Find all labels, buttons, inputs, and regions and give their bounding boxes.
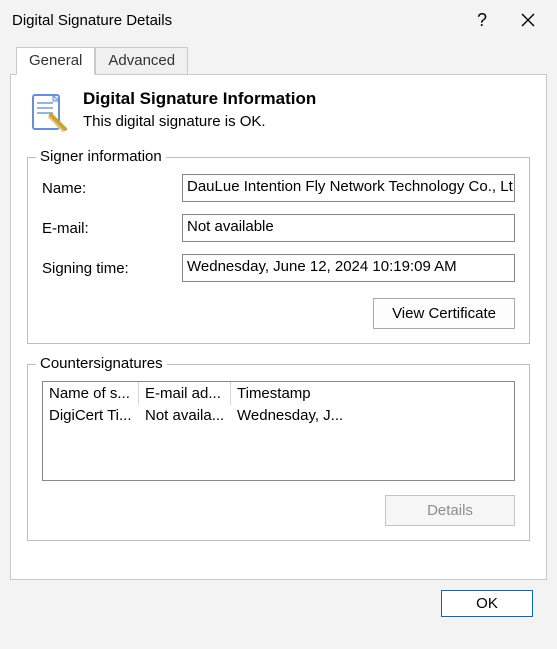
tab-bar: General Advanced bbox=[16, 46, 547, 74]
signing-time-label: Signing time: bbox=[42, 260, 182, 277]
subheading: This digital signature is OK. bbox=[83, 113, 316, 130]
signer-group-legend: Signer information bbox=[36, 148, 166, 165]
col-timestamp[interactable]: Timestamp bbox=[231, 382, 351, 405]
cell-timestamp: Wednesday, J... bbox=[231, 405, 351, 426]
help-button[interactable]: ? bbox=[459, 4, 505, 36]
countersignatures-group: Countersignatures Name of s... E-mail ad… bbox=[27, 364, 530, 541]
name-value[interactable]: DauLue Intention Fly Network Technology … bbox=[182, 174, 515, 202]
window-title: Digital Signature Details bbox=[12, 12, 459, 29]
tab-content: Digital Signature Information This digit… bbox=[10, 74, 547, 580]
details-button: Details bbox=[385, 495, 515, 526]
certificate-document-icon bbox=[27, 91, 69, 133]
list-header-row: Name of s... E-mail ad... Timestamp bbox=[43, 382, 514, 405]
name-label: Name: bbox=[42, 180, 182, 197]
titlebar: Digital Signature Details ? bbox=[0, 0, 557, 40]
tab-advanced[interactable]: Advanced bbox=[95, 47, 188, 75]
countersignatures-list[interactable]: Name of s... E-mail ad... Timestamp Digi… bbox=[42, 381, 515, 481]
email-label: E-mail: bbox=[42, 220, 182, 237]
signer-info-group: Signer information Name: DauLue Intentio… bbox=[27, 157, 530, 344]
ok-button[interactable]: OK bbox=[441, 590, 533, 617]
signing-time-value[interactable]: Wednesday, June 12, 2024 10:19:09 AM bbox=[182, 254, 515, 282]
email-value[interactable]: Not available bbox=[182, 214, 515, 242]
view-certificate-button[interactable]: View Certificate bbox=[373, 298, 515, 329]
close-button[interactable] bbox=[505, 4, 551, 36]
list-row[interactable]: DigiCert Ti... Not availa... Wednesday, … bbox=[43, 405, 514, 426]
cell-email: Not availa... bbox=[139, 405, 231, 426]
col-name[interactable]: Name of s... bbox=[43, 382, 139, 405]
col-email[interactable]: E-mail ad... bbox=[139, 382, 231, 405]
close-icon bbox=[521, 13, 535, 27]
heading: Digital Signature Information bbox=[83, 89, 316, 109]
cell-name: DigiCert Ti... bbox=[43, 405, 139, 426]
tab-general[interactable]: General bbox=[16, 47, 95, 75]
countersign-group-legend: Countersignatures bbox=[36, 355, 167, 372]
